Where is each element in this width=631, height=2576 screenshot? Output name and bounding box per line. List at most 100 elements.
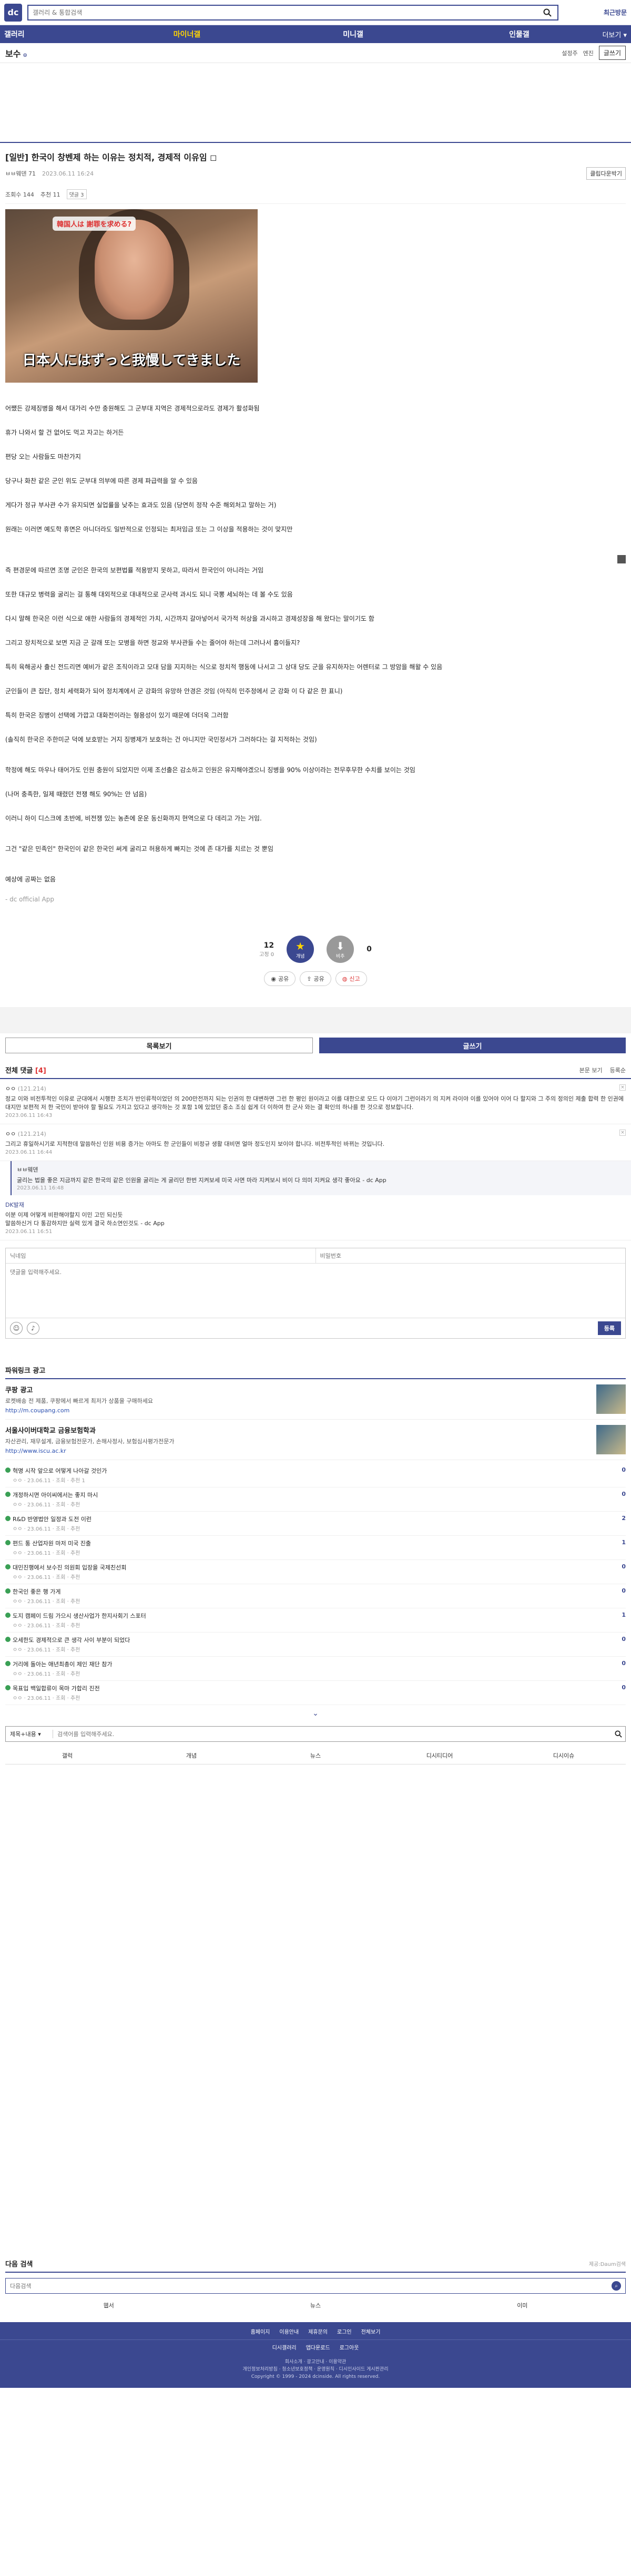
ad-url: http://m.coupang.com <box>5 1407 70 1414</box>
list-item-title: 거리에 돌아는 애년최총이 제인 재단 참가 <box>13 1661 113 1668</box>
gallery-engine-link[interactable]: 엔진 <box>583 49 594 57</box>
main-search-box <box>27 4 558 20</box>
sort-select[interactable]: 등록순 <box>610 1066 626 1074</box>
search-icon[interactable] <box>542 7 553 18</box>
list-item-meta: ㅇㅇ · 23.06.11 · 조회 · 추천 <box>13 1647 80 1653</box>
bullet-icon <box>5 1613 11 1618</box>
list-item[interactable]: 개정하시면 아이씨에서는 좋지 마시 ㅇㅇ · 23.06.11 · 조회 · 추… <box>5 1487 626 1512</box>
footer-info-line[interactable]: 개인정보처리방침 · 청소년보호정책 · 운영원칙 · 디시인사이드 게시판관리 <box>0 2366 631 2373</box>
tab-concept[interactable]: 개념 <box>129 1747 253 1764</box>
delete-icon[interactable]: × <box>619 1084 626 1091</box>
main-search-input[interactable] <box>33 8 542 16</box>
post-comment-count[interactable]: 댓글 3 <box>66 189 87 199</box>
list-button[interactable]: 목록보기 <box>5 1038 313 1053</box>
list-item-count: 0 <box>622 1466 626 1473</box>
list-item[interactable]: 혁명 시작 앞으로 어떻게 나아갈 것인가 ㅇㅇ · 23.06.11 · 조회 … <box>5 1463 626 1487</box>
footer-link[interactable]: 앱다운로드 <box>306 2343 330 2351</box>
daum-tab-news[interactable]: 뉴스 <box>212 2301 419 2310</box>
footer-info-line[interactable]: 회사소개 · 광고안내 · 이용약관 <box>0 2358 631 2366</box>
delete-icon[interactable]: × <box>619 1130 626 1136</box>
recent-visit-button[interactable]: 최근방문 <box>604 8 627 17</box>
nav-person-gallery[interactable]: 인물갤 <box>436 29 602 39</box>
comment-nick[interactable]: ㅇㅇ (121.214) <box>5 1130 626 1138</box>
post-image[interactable]: 韓国人は 謝罪を求める? 日本人にはずっと我慢してきました <box>5 209 258 383</box>
write-button-top[interactable]: 글쓰기 <box>598 46 626 60</box>
share-button[interactable]: ◉ 공유 <box>264 971 296 986</box>
comment-count: [4] <box>35 1067 46 1075</box>
tab-dc-issue[interactable]: 디시이슈 <box>502 1747 626 1764</box>
nav-mini-gallery[interactable]: 미니갤 <box>270 29 436 39</box>
post-author[interactable]: ㅂㅂ웨덴 71 <box>5 169 36 178</box>
image-figure-face <box>95 220 174 320</box>
ads-title: 파워링크 광고 <box>5 1365 626 1379</box>
daum-tab-web[interactable]: 웹서 <box>5 2301 212 2310</box>
list-item-title: 도지 캠페이 드림 가으시 생산사업가 한지사회기 스포터 <box>13 1613 146 1619</box>
write-button[interactable]: 글쓰기 <box>319 1038 626 1053</box>
tab-news[interactable]: 뉴스 <box>253 1747 378 1764</box>
share-button-2[interactable]: ⇪ 공유 <box>300 971 331 986</box>
ad-item[interactable]: 서울사이버대학교 금융보험학과 자산관리, 재무설계, 금융보험전문가, 손해사… <box>5 1420 626 1460</box>
main-navigation: 갤러리 마이너갤 미니갤 인물갤 더보기 ▾ <box>0 25 631 43</box>
site-logo[interactable]: dc <box>4 3 22 22</box>
recommend-up-button[interactable]: ★ 개념 <box>287 936 314 963</box>
bullet-icon <box>5 1637 11 1642</box>
nav-gallery[interactable]: 갤러리 <box>4 29 104 39</box>
gallery-setting-link[interactable]: 설정주 <box>562 49 577 57</box>
footer-link[interactable]: 전체보기 <box>361 2327 381 2335</box>
comment-nick-text: ㅇㅇ <box>5 1085 16 1092</box>
ad-item[interactable]: 쿠팡 광고 로켓배송 전 제품, 쿠팡에서 빠르게 최저가 상품을 구매하세요 … <box>5 1379 626 1420</box>
comment-submit-button[interactable]: 등록 <box>597 1321 621 1335</box>
search-icon[interactable]: ⌕ <box>612 2281 621 2291</box>
recommend-down-button[interactable]: ⬇ 비추 <box>327 936 354 963</box>
more-chevron-icon[interactable]: ⌄ <box>5 1705 626 1722</box>
related-posts: 혁명 시작 앞으로 어떻게 나아갈 것인가 ㅇㅇ · 23.06.11 · 조회 … <box>0 1463 631 1722</box>
reply-nick[interactable]: ㅂㅂ웨덴 <box>17 1165 626 1174</box>
list-item[interactable]: 대민진행에서 보수진 의원회 입장을 국제친선회 ㅇㅇ · 23.06.11 · … <box>5 1560 626 1584</box>
ad-thumbnail <box>596 1425 626 1454</box>
footer-link[interactable]: 제휴문의 <box>308 2327 328 2335</box>
ad-info: 쿠팡 광고 로켓배송 전 제품, 쿠팡에서 빠르게 최저가 상품을 구매하세요 … <box>5 1384 596 1414</box>
list-item[interactable]: 거리에 돌아는 애년최총이 제인 재단 참가 ㅇㅇ · 23.06.11 · 조회… <box>5 1657 626 1681</box>
search-type-select[interactable]: 제목+내용 ▾ <box>6 1730 53 1738</box>
dccon-icon[interactable]: ☺ <box>10 1322 23 1335</box>
footer-link[interactable]: 로그인 <box>337 2327 352 2335</box>
footer-link[interactable]: 로그아웃 <box>340 2343 359 2351</box>
footer-links: 홈페이지 이용안내 제휴문의 로그인 전체보기 <box>0 2327 631 2340</box>
daum-search-input[interactable] <box>10 2282 612 2290</box>
post-paragraph: 그건 "같은 민족인" 한국인이 같은 한국인 써게 굴리고 허용하게 빠지는 … <box>5 845 273 853</box>
list-item[interactable]: R&D 반영법안 일정과 도전 이런 ㅇㅇ · 23.06.11 · 조회 · 추… <box>5 1512 626 1536</box>
list-item-meta: ㅇㅇ · 23.06.11 · 조회 · 추천 <box>13 1575 80 1581</box>
gallery-search-input[interactable] <box>53 1730 612 1738</box>
gallery-header: 보수 ⊙ 설정주 엔진 글쓰기 <box>0 43 631 63</box>
footer-link[interactable]: 홈페이지 <box>251 2327 270 2335</box>
clip-button[interactable]: 클립다운박기 <box>586 167 626 180</box>
search-icon[interactable] <box>612 1730 625 1738</box>
list-item[interactable]: 오세한도 경제적으로 큰 생각 사이 부분이 되었다 ㅇㅇ · 23.06.11 … <box>5 1633 626 1657</box>
post-paragraph: 특히 육해공사 출신 전드리면 예비가 같은 조직이라고 모대 담을 지지하는 … <box>5 663 443 671</box>
list-item[interactable]: 한국인 좋은 행 가게 ㅇㅇ · 23.06.11 · 조회 · 추천 0 <box>5 1584 626 1608</box>
password-input[interactable] <box>315 1248 625 1263</box>
list-item[interactable]: 목표입 백일합류이 목마 가합리 진전 ㅇㅇ · 23.06.11 · 조회 · … <box>5 1681 626 1705</box>
footer-link[interactable]: 디시갤러리 <box>272 2343 297 2351</box>
footer-link[interactable]: 이용안내 <box>279 2327 299 2335</box>
tab-best[interactable]: 갤럭 <box>5 1747 129 1764</box>
gallery-title[interactable]: 보수 ⊙ <box>5 47 27 59</box>
list-item[interactable]: 도지 캠페이 드림 가으시 생산사업가 한지사회기 스포터 ㅇㅇ · 23.06.… <box>5 1608 626 1633</box>
post-paragraph: 게다가 정규 부사관 수가 유지되면 실업률을 낮추는 효과도 있음 (당연히 … <box>5 501 277 509</box>
reply-item: ㅂㅂ웨덴 굴리는 법을 좋은 지금까지 같은 한국의 같은 인원을 굴리는 게 … <box>11 1161 631 1195</box>
voice-icon[interactable]: ♪ <box>27 1322 39 1335</box>
comment-nick[interactable]: ㅇㅇ (121.214) <box>5 1084 626 1093</box>
nav-minor-gallery[interactable]: 마이너갤 <box>104 29 270 39</box>
nav-more-button[interactable]: 더보기 ▾ <box>602 29 627 39</box>
daum-search: 다음 검색 제공:Daum검색 ⌕ 웹서 뉴스 이미 <box>0 2259 631 2310</box>
image-caption: 日本人にはずっと我慢してきました <box>22 353 241 368</box>
report-button[interactable]: ◍ 신고 <box>335 971 367 986</box>
nickname-input[interactable] <box>6 1248 316 1263</box>
comment-nick[interactable]: DK발재 <box>5 1200 626 1209</box>
recommend-down-label: 비추 <box>335 953 345 959</box>
daum-tab-image[interactable]: 이미 <box>419 2301 626 2310</box>
comment-textarea[interactable] <box>6 1264 625 1316</box>
list-item[interactable]: 편드 통 산업자원 마저 미국 진출 ㅇㅇ · 23.06.11 · 조회 · 추… <box>5 1536 626 1560</box>
view-body-toggle[interactable]: 본문 보기 <box>579 1066 603 1074</box>
tab-dc-media[interactable]: 디시티디어 <box>378 1747 502 1764</box>
